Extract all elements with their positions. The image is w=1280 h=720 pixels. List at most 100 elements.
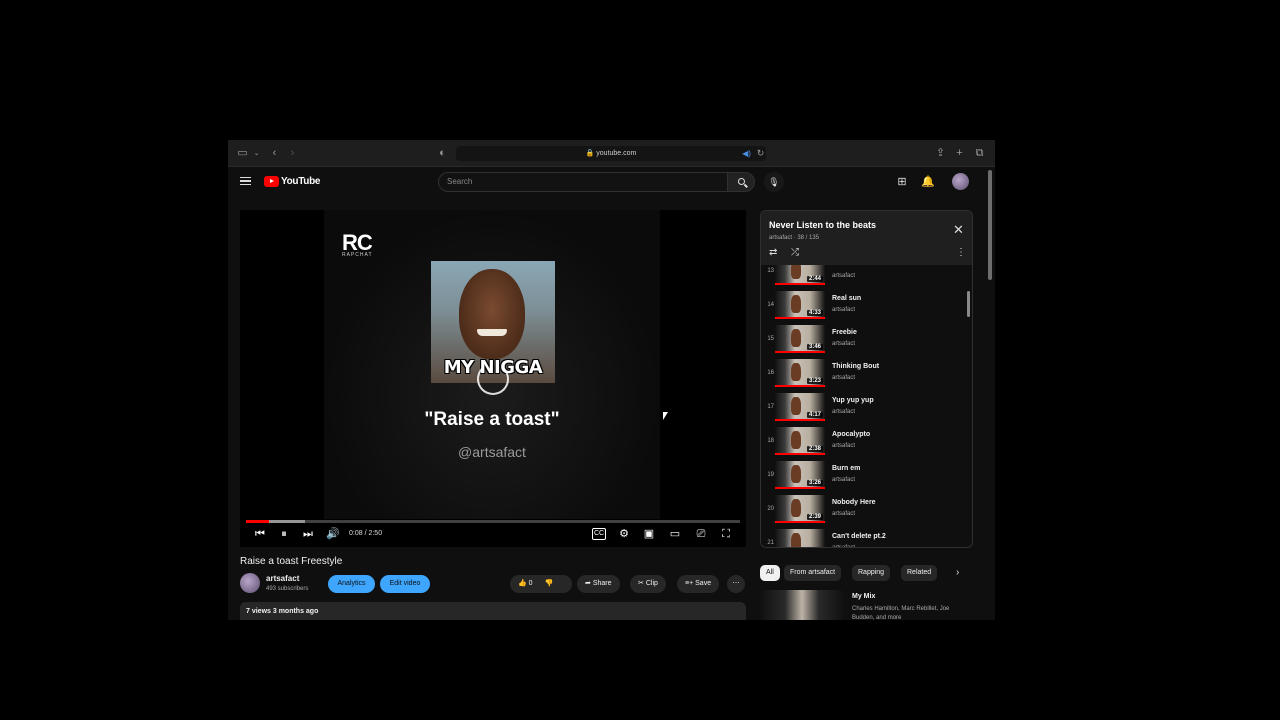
captions-icon[interactable]: CC: [592, 528, 606, 540]
page-scrollbar[interactable]: [988, 170, 992, 280]
search-input[interactable]: Search: [438, 172, 728, 192]
airplay-icon[interactable]: ⎚: [694, 528, 708, 540]
chip-rapping[interactable]: Rapping: [852, 565, 891, 581]
address-bar[interactable]: 🔒 youtube.com: [456, 146, 766, 161]
more-actions-button[interactable]: ⋯: [727, 575, 745, 593]
save-button[interactable]: ≡+ Save: [677, 575, 720, 593]
back-icon[interactable]: ‹: [268, 147, 281, 160]
playlist-item[interactable]: 21 Can't delete pt.2 artsafact: [761, 527, 972, 547]
privacy-shield-icon[interactable]: ◐: [436, 147, 449, 160]
pause-icon[interactable]: ⏸: [278, 528, 290, 540]
previous-icon[interactable]: ⏮: [254, 528, 266, 540]
notifications-icon[interactable]: 🔔: [921, 175, 935, 189]
playlist-item-channel[interactable]: artsafact: [832, 477, 855, 483]
fullscreen-icon[interactable]: ⛶: [720, 528, 732, 540]
chevron-down-icon[interactable]: ⌄: [250, 147, 263, 160]
playlist-item[interactable]: 14 4:33 Real sun artsafact: [761, 289, 972, 323]
playlist-item[interactable]: 18 2:38 Apocalypto artsafact: [761, 425, 972, 459]
playlist-item[interactable]: 15 3:46 Freebie artsafact: [761, 323, 972, 357]
menu-icon[interactable]: [240, 177, 251, 185]
tab-overview-icon[interactable]: ⧉: [973, 147, 986, 160]
save-label: Save: [695, 580, 712, 587]
playlist-item-channel[interactable]: artsafact: [832, 545, 855, 547]
playlist-item-channel[interactable]: artsafact: [832, 341, 855, 347]
channel-avatar[interactable]: [240, 573, 260, 593]
playlist-item-thumbnail[interactable]: 3:23: [775, 359, 825, 387]
video-frame[interactable]: RC RAPCHAT MY NIGGA "Raise a toast" @art…: [324, 210, 660, 519]
description-box[interactable]: 7 views 3 months ago: [240, 602, 746, 620]
video-player[interactable]: RC RAPCHAT MY NIGGA "Raise a toast" @art…: [240, 210, 746, 547]
playlist-item-title[interactable]: Apocalypto: [832, 431, 870, 438]
clip-label: Clip: [645, 580, 658, 587]
chevron-right-icon[interactable]: ›: [956, 567, 959, 578]
playlist-item-thumbnail[interactable]: [775, 529, 825, 547]
playlist-item[interactable]: 19 3:26 Burn em artsafact: [761, 459, 972, 493]
forward-icon[interactable]: ›: [286, 147, 299, 160]
more-horizontal-icon: ⋯: [732, 580, 740, 587]
close-icon[interactable]: ✕: [953, 223, 964, 236]
playlist-item-channel[interactable]: artsafact: [832, 375, 855, 381]
playlist-item-thumbnail[interactable]: 2:39: [775, 495, 825, 523]
playlist-item-duration: 3:26: [806, 480, 823, 486]
search-button[interactable]: [727, 172, 755, 192]
analytics-button[interactable]: Analytics: [328, 575, 375, 593]
playlist-item-channel[interactable]: artsafact: [832, 409, 855, 415]
chip-from-artsafact[interactable]: From artsafact: [784, 565, 842, 581]
playlist-item-title[interactable]: Can't delete pt.2: [832, 533, 886, 540]
mix-title[interactable]: My Mix: [852, 593, 875, 600]
loop-icon[interactable]: ⇄: [769, 248, 777, 258]
voice-search-button[interactable]: 🎙: [764, 172, 784, 192]
playlist-item-thumbnail[interactable]: 4:33: [775, 291, 825, 319]
sidebar-toggle-icon[interactable]: ▭: [236, 147, 249, 160]
channel-name[interactable]: artsafact: [266, 574, 299, 583]
reload-icon[interactable]: ↻: [754, 147, 767, 160]
mix-subtitle: Charles Hamilton, Marc Rebillet, Joe Bud…: [852, 606, 950, 620]
progress-bar[interactable]: [246, 520, 740, 523]
playlist-item[interactable]: 20 2:39 Nobody Here artsafact: [761, 493, 972, 527]
mouse-cursor-icon: [663, 412, 668, 420]
audio-playing-icon[interactable]: ◀): [740, 147, 753, 160]
playlist-item-thumbnail[interactable]: 3:26: [775, 461, 825, 489]
playlist-title[interactable]: Never Listen to the beats: [769, 220, 876, 230]
edit-video-button[interactable]: Edit video: [380, 575, 430, 593]
more-vertical-icon[interactable]: ⋮: [956, 248, 966, 258]
playlist-item-title[interactable]: Freebie: [832, 329, 857, 336]
playlist-item-channel[interactable]: artsafact: [832, 307, 855, 313]
mix-thumbnail[interactable]: [760, 590, 844, 620]
account-avatar[interactable]: [952, 173, 969, 190]
playlist-item-title[interactable]: Thinking Bout: [832, 363, 879, 370]
playlist-item-title[interactable]: Yup yup yup: [832, 397, 874, 404]
share-icon[interactable]: ⇪: [934, 147, 947, 160]
next-icon[interactable]: ⏭: [302, 528, 314, 540]
clip-button[interactable]: ✂ Clip: [630, 575, 666, 593]
playlist-item[interactable]: 13 2:44 artsafact: [761, 265, 972, 289]
create-icon[interactable]: ⊞: [895, 175, 909, 189]
playlist-item-channel[interactable]: artsafact: [832, 273, 855, 279]
theater-mode-icon[interactable]: ▭: [668, 528, 682, 540]
miniplayer-icon[interactable]: ▣: [643, 528, 655, 540]
playlist-item-thumbnail[interactable]: 3:46: [775, 325, 825, 353]
settings-gear-icon[interactable]: ⚙: [618, 528, 630, 540]
share-button[interactable]: ➦ Share: [577, 575, 620, 593]
new-tab-icon[interactable]: +: [953, 147, 966, 160]
search-icon: [738, 178, 745, 185]
playlist-item[interactable]: 17 4:17 Yup yup yup artsafact: [761, 391, 972, 425]
playlist-item-title[interactable]: Nobody Here: [832, 499, 876, 506]
playlist-item-title[interactable]: Real sun: [832, 295, 861, 302]
playlist-item-thumbnail[interactable]: 2:38: [775, 427, 825, 455]
playlist-item-channel[interactable]: artsafact: [832, 511, 855, 517]
playlist-item-thumbnail[interactable]: 2:44: [775, 265, 825, 285]
chip-all[interactable]: All: [760, 565, 780, 581]
dislike-icon[interactable]: 👎: [545, 580, 554, 587]
playlist-item-channel[interactable]: artsafact: [832, 443, 855, 449]
volume-icon[interactable]: 🔊: [326, 528, 340, 540]
like-icon[interactable]: 👍: [518, 580, 527, 587]
youtube-logo-text[interactable]: YouTube: [281, 176, 321, 187]
playlist-scrollbar[interactable]: [967, 291, 970, 317]
shuffle-icon[interactable]: ⤮: [791, 248, 799, 258]
playlist-item[interactable]: 16 3:23 Thinking Bout artsafact: [761, 357, 972, 391]
chip-related[interactable]: Related: [901, 565, 938, 581]
playlist-item-title[interactable]: Burn em: [832, 465, 860, 472]
playlist-item-thumbnail[interactable]: 4:17: [775, 393, 825, 421]
youtube-logo-icon[interactable]: [264, 176, 279, 187]
